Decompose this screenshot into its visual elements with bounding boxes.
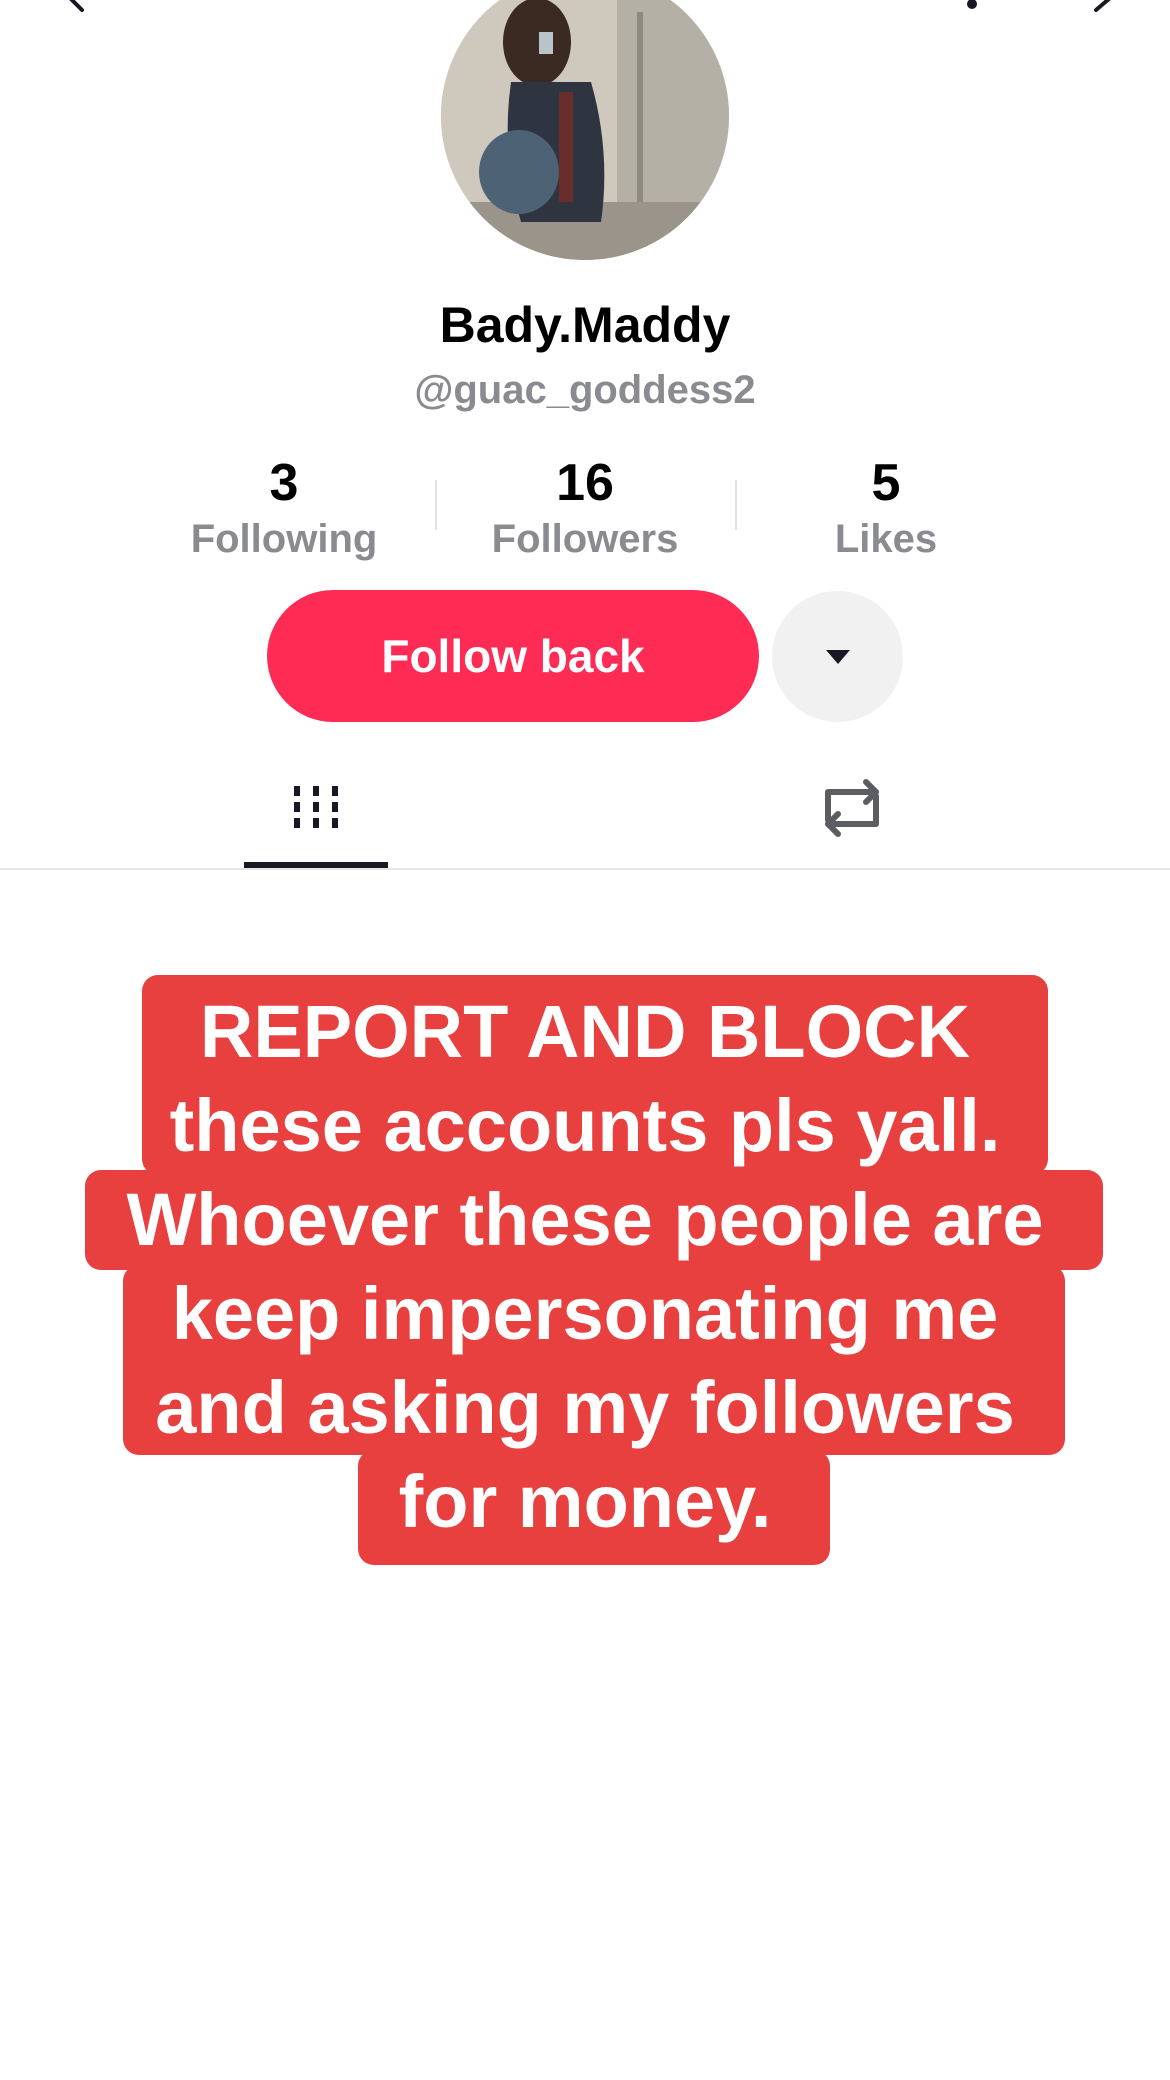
overlay-line: for money.	[398, 1460, 772, 1543]
post-text-overlay[interactable]: REPORT AND BLOCK these accounts pls yall…	[0, 975, 1170, 1565]
stat-likes[interactable]: 5 Likes	[746, 450, 1026, 562]
profile-stats: 3 Following 16 Followers 5 Likes	[0, 450, 1170, 570]
likes-count: 5	[871, 454, 901, 512]
tab-reposts[interactable]	[780, 770, 924, 870]
avatar[interactable]	[441, 0, 729, 260]
overlay-line: keep impersonating me	[171, 1272, 999, 1355]
followers-count: 16	[556, 454, 614, 512]
stat-divider	[735, 480, 737, 530]
following-count: 3	[269, 454, 299, 512]
likes-label: Likes	[834, 517, 938, 561]
overlay-line: REPORT AND BLOCK	[199, 990, 971, 1073]
followers-label: Followers	[491, 517, 679, 561]
stat-followers[interactable]: 16 Followers	[445, 450, 725, 562]
overlay-line: these accounts pls yall.	[169, 1084, 1001, 1167]
display-name: Bady.Maddy	[439, 297, 731, 353]
bell-icon[interactable]	[955, 0, 989, 12]
caret-down-icon	[825, 649, 850, 664]
videos-grid-icon	[294, 786, 338, 828]
more-options-button[interactable]	[772, 591, 903, 722]
follow-back-button[interactable]: Follow back	[267, 590, 759, 722]
following-label: Following	[190, 517, 378, 561]
overlay-line: and asking my followers	[155, 1366, 1015, 1449]
stat-following[interactable]: 3 Following	[144, 450, 424, 562]
tabs-divider	[0, 868, 1170, 870]
stat-divider	[435, 480, 437, 530]
back-chevron-icon[interactable]	[62, 0, 90, 12]
tab-videos[interactable]	[244, 770, 388, 870]
repost-icon	[825, 779, 879, 837]
overlay-line: Whoever these people are	[126, 1178, 1044, 1261]
share-icon[interactable]	[1060, 0, 1116, 14]
username: @guac_goddess2	[414, 368, 756, 412]
